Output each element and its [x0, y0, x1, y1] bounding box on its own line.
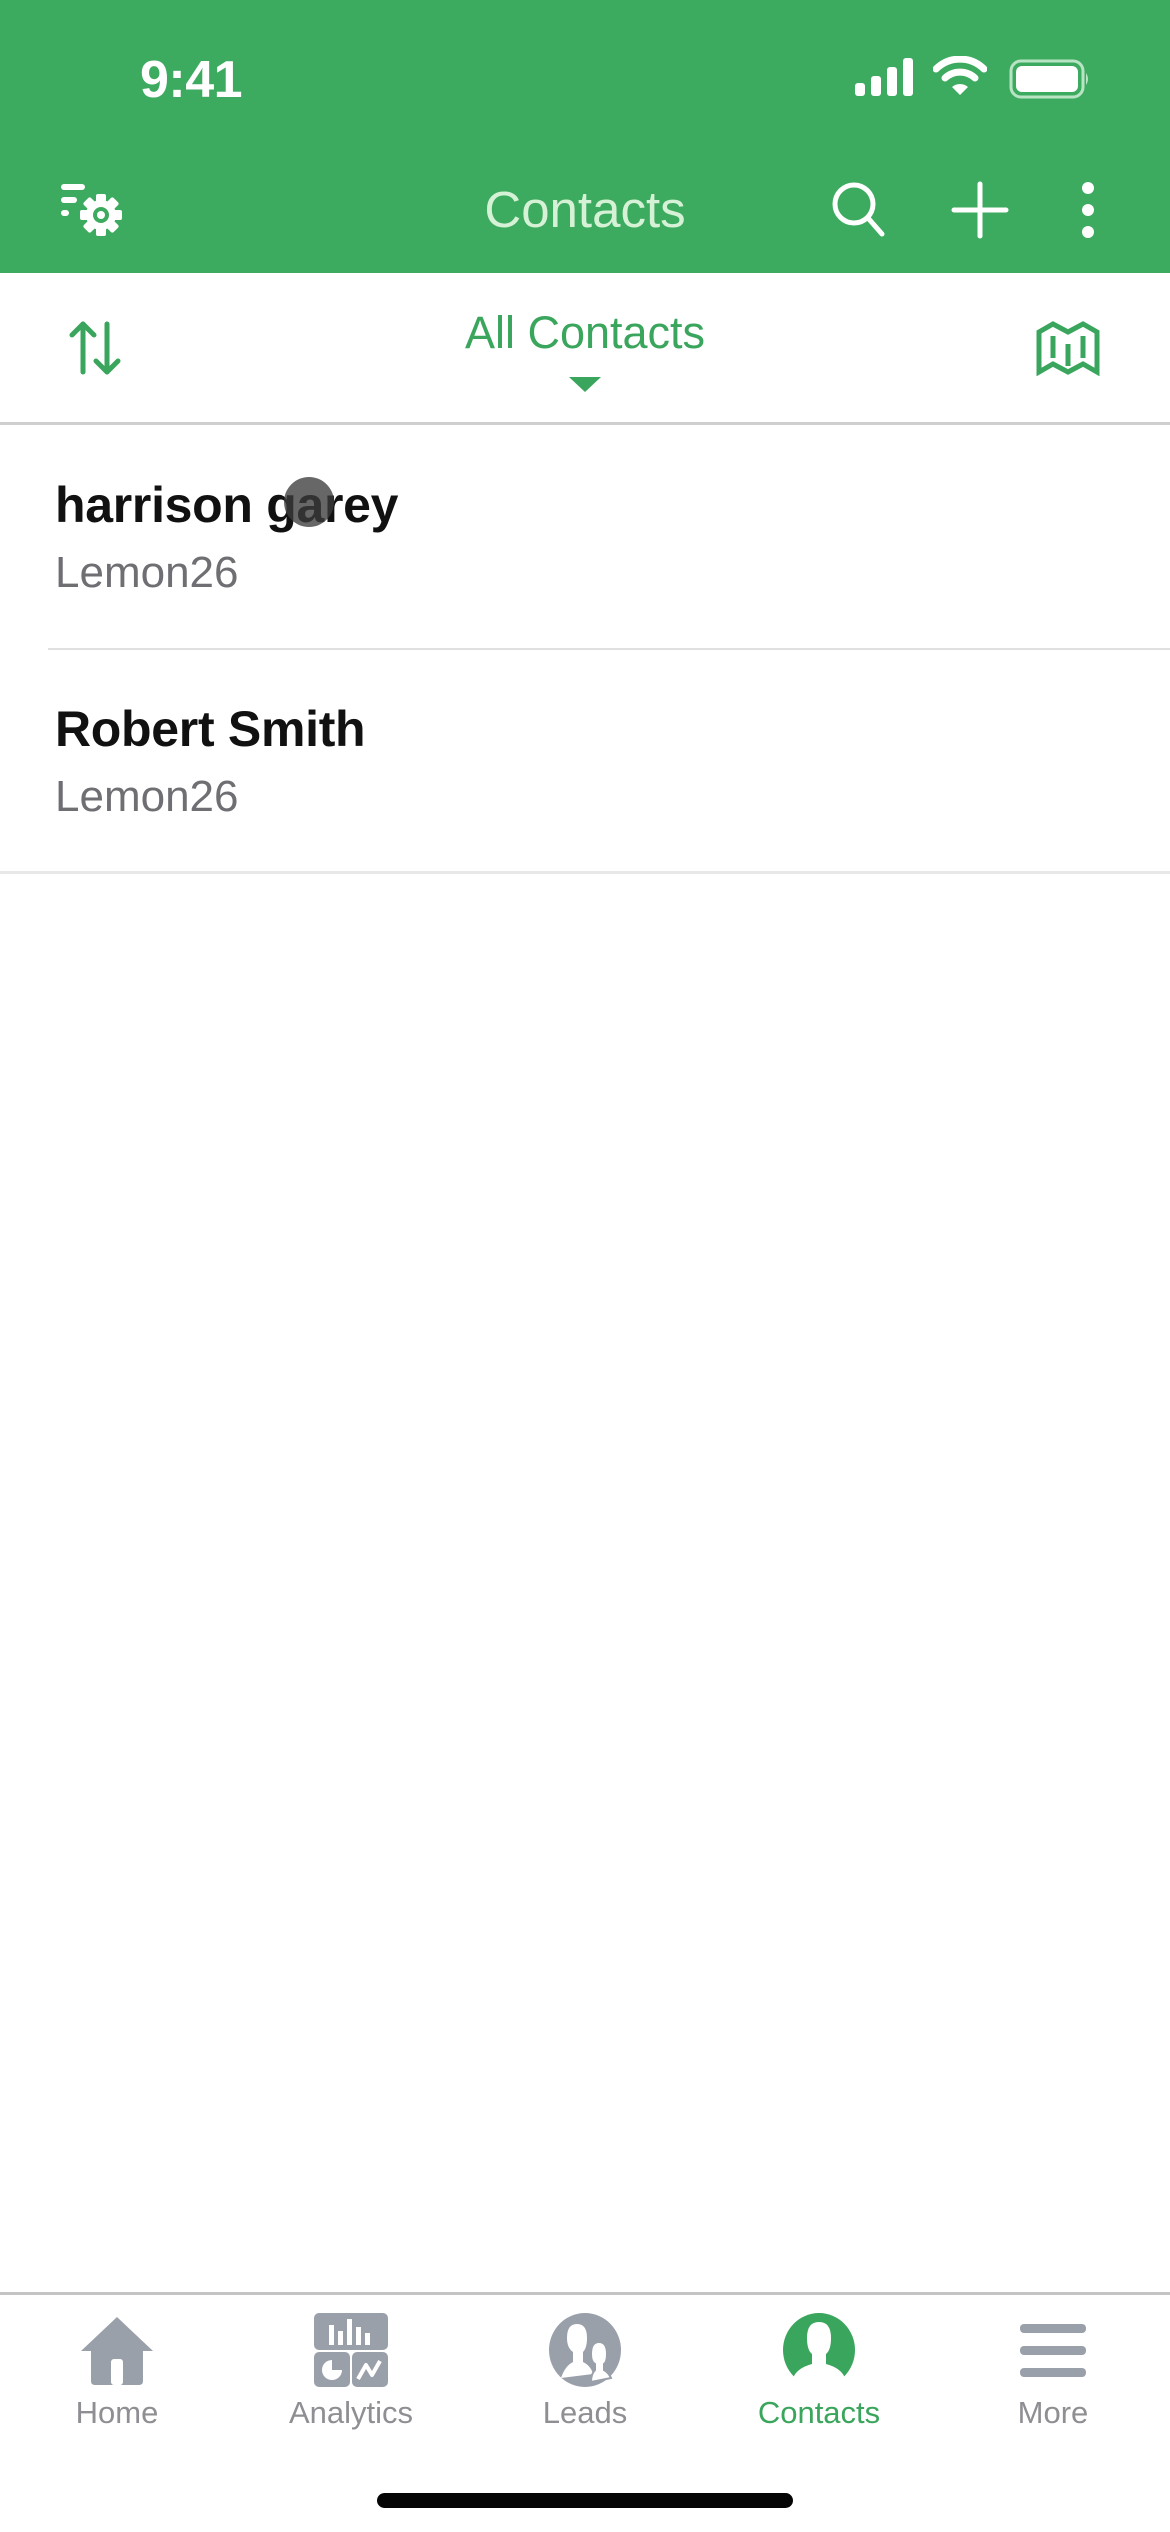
status-time: 9:41 [140, 51, 243, 109]
add-contact-button[interactable] [940, 170, 1020, 250]
contact-row[interactable]: harrison garey Lemon26 [0, 426, 1170, 650]
search-icon [832, 182, 885, 237]
contact-company: Lemon26 [55, 548, 239, 597]
contacts-icon [783, 2313, 855, 2388]
contact-list: harrison garey Lemon26 Robert Smith Lemo… [0, 426, 1170, 874]
tab-leads[interactable]: Leads [468, 2295, 702, 2445]
contact-row[interactable]: Robert Smith Lemon26 [0, 650, 1170, 874]
map-icon [1036, 321, 1100, 376]
sort-arrows-icon [69, 321, 121, 375]
tab-label: More [1017, 2395, 1089, 2430]
tab-more[interactable]: More [936, 2295, 1170, 2445]
app-header: 9:41 Contacts [0, 0, 1170, 273]
wifi-icon [933, 56, 987, 95]
view-filter-dropdown[interactable]: All Contacts [385, 307, 785, 407]
cellular-signal-icon [855, 58, 913, 96]
caret-down-icon [569, 377, 601, 392]
hamburger-menu-icon [1020, 2324, 1086, 2377]
tab-analytics[interactable]: Analytics [234, 2295, 468, 2445]
analytics-icon [314, 2313, 388, 2387]
tab-label: Analytics [288, 2395, 414, 2430]
sort-button[interactable] [60, 313, 130, 383]
tab-label: Home [75, 2395, 159, 2430]
contact-company: Lemon26 [55, 772, 239, 821]
view-filter-label: All Contacts [464, 307, 706, 358]
battery-icon [1009, 59, 1088, 99]
home-indicator[interactable] [377, 2493, 793, 2508]
contact-name: Robert Smith [55, 701, 366, 757]
tab-label: Leads [542, 2395, 628, 2430]
search-button[interactable] [820, 170, 900, 250]
plus-icon [951, 181, 1009, 239]
more-vertical-icon [1082, 182, 1094, 238]
tab-label: Contacts [757, 2395, 881, 2430]
home-icon [81, 2317, 153, 2385]
contact-name: harrison garey [55, 477, 399, 533]
row-divider [0, 871, 1170, 874]
leads-icon [549, 2313, 621, 2387]
tab-home[interactable]: Home [0, 2295, 234, 2445]
filter-bar: All Contacts [0, 273, 1170, 425]
map-view-button[interactable] [1028, 313, 1108, 383]
tab-contacts[interactable]: Contacts [702, 2295, 936, 2445]
more-options-button[interactable] [1048, 170, 1128, 250]
touch-indicator [284, 477, 334, 527]
